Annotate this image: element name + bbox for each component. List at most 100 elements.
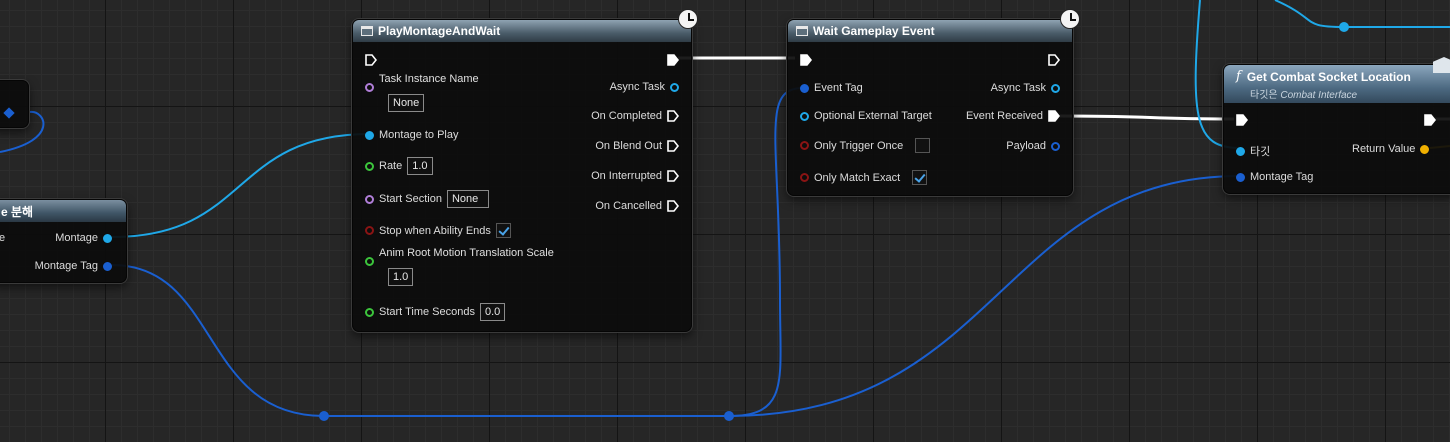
play-async-task-out[interactable]: Async Task (610, 81, 679, 93)
play-montage-exec-out[interactable] (667, 54, 679, 66)
montage-tag-output-pin[interactable] (103, 261, 112, 271)
on-completed-label: On Completed (591, 110, 662, 122)
function-f-icon: f (1236, 69, 1241, 84)
combat-socket-subtitle: 타깃은 Combat Interface (1250, 86, 1450, 101)
on-blend-out-out[interactable]: On Blend Out (595, 140, 679, 152)
anim-root-motion-row[interactable]: Anim Root Motion Translation Scale 1.0 (365, 247, 554, 286)
play-async-task-pin[interactable] (670, 82, 679, 92)
task-instance-name-field[interactable]: None (388, 94, 425, 112)
stop-when-ability-ends-checkbox[interactable] (495, 223, 511, 238)
wait-async-task-label: Async Task (990, 82, 1046, 94)
wait-gameplay-event-node[interactable]: Wait Gameplay Event Event Tag Optional E… (787, 19, 1073, 196)
break-struct-header: e 분해 (0, 200, 126, 222)
event-received-out[interactable]: Event Received (966, 110, 1060, 122)
socket-montage-tag-pin[interactable] (1236, 172, 1245, 182)
anim-root-motion-field[interactable]: 1.0 (388, 268, 414, 286)
montage-to-play-label: Montage to Play (379, 129, 459, 141)
on-completed-out[interactable]: On Completed (591, 110, 679, 122)
start-section-row[interactable]: Start Section None (365, 190, 490, 208)
optional-external-target-row[interactable]: Optional External Target (800, 110, 932, 122)
anim-root-motion-pin[interactable] (365, 256, 374, 266)
play-montage-title: PlayMontageAndWait (378, 24, 501, 38)
only-trigger-once-pin[interactable] (800, 141, 809, 150)
get-combat-socket-node[interactable]: f Get Combat Socket Location 타깃은 Combat … (1223, 64, 1450, 194)
only-trigger-once-label: Only Trigger Once (814, 139, 904, 152)
target-row[interactable]: 타깃 (1236, 143, 1270, 159)
left-top-node-pin[interactable] (3, 107, 15, 119)
exec-in-pin[interactable] (1236, 114, 1248, 126)
exec-out-pin[interactable] (1424, 114, 1436, 126)
on-completed-pin[interactable] (667, 110, 679, 122)
only-match-exact-pin[interactable] (800, 173, 809, 182)
break-left-fragment: e (0, 232, 6, 244)
socket-montage-tag-label: Montage Tag (1250, 171, 1314, 183)
reroute-node-1[interactable] (319, 411, 329, 421)
event-received-label: Event Received (965, 110, 1043, 122)
target-pin[interactable] (1236, 146, 1245, 156)
interface-message-icon (1433, 57, 1450, 73)
wait-exec-in[interactable] (800, 54, 812, 66)
start-section-field[interactable]: None (446, 190, 490, 208)
task-instance-name-row[interactable]: Task Instance Name None (365, 73, 479, 112)
stop-when-ability-ends-row[interactable]: Stop when Ability Ends (365, 223, 511, 238)
object-wire-top-right (1274, 0, 1450, 28)
event-tag-pin[interactable] (800, 83, 809, 93)
stop-when-ability-ends-pin[interactable] (365, 226, 374, 235)
combat-socket-title: Get Combat Socket Location (1246, 69, 1411, 84)
on-cancelled-out[interactable]: On Cancelled (595, 200, 679, 212)
start-time-seconds-row[interactable]: Start Time Seconds 0.0 (365, 303, 506, 321)
on-interrupted-out[interactable]: On Interrupted (591, 170, 679, 182)
play-montage-exec-in[interactable] (365, 54, 377, 66)
montage-to-play-pin[interactable] (365, 130, 374, 140)
only-trigger-once-checkbox[interactable] (915, 138, 931, 153)
payload-out[interactable]: Payload (1006, 140, 1060, 152)
rate-pin[interactable] (365, 161, 374, 171)
task-instance-name-pin[interactable] (365, 82, 374, 92)
start-time-seconds-pin[interactable] (365, 307, 374, 317)
exec-out-pin[interactable] (1048, 54, 1060, 66)
return-value-pin[interactable] (1420, 144, 1430, 154)
wait-async-task-out[interactable]: Async Task (991, 82, 1060, 94)
montage-to-play-row[interactable]: Montage to Play (365, 129, 459, 141)
only-match-exact-checkbox[interactable] (912, 170, 928, 185)
optional-external-target-pin[interactable] (800, 111, 809, 121)
left-top-node[interactable] (0, 80, 29, 128)
break-struct-node[interactable]: e 분해 e Montage Montage Tag (0, 199, 127, 283)
combat-socket-subtitle-interface: Combat Interface (1280, 90, 1358, 101)
event-received-pin[interactable] (1048, 110, 1060, 122)
exec-out-pin[interactable] (667, 54, 679, 66)
montage-output-pin[interactable] (103, 233, 112, 243)
only-match-exact-row[interactable]: Only Match Exact (800, 170, 928, 185)
socket-exec-in[interactable] (1236, 114, 1248, 126)
exec-in-pin[interactable] (365, 54, 377, 66)
reroute-node-2[interactable] (724, 411, 734, 421)
reroute-node-3[interactable] (1339, 22, 1349, 32)
montage-tag-output-label: Montage Tag (34, 260, 98, 272)
on-blend-out-pin[interactable] (667, 140, 679, 152)
rate-row[interactable]: Rate 1.0 (365, 157, 433, 175)
socket-montage-tag-row[interactable]: Montage Tag (1236, 171, 1313, 183)
on-cancelled-pin[interactable] (667, 200, 679, 212)
start-section-pin[interactable] (365, 194, 374, 204)
combat-socket-header: f Get Combat Socket Location 타깃은 Combat … (1224, 65, 1450, 103)
return-value-out[interactable]: Return Value (1352, 143, 1430, 155)
only-trigger-once-row[interactable]: Only Trigger Once (800, 138, 931, 153)
start-time-seconds-field[interactable]: 0.0 (480, 303, 506, 321)
anim-root-motion-label: Anim Root Motion Translation Scale (379, 247, 554, 259)
payload-pin[interactable] (1051, 141, 1060, 151)
start-time-seconds-label: Start Time Seconds (379, 306, 475, 318)
break-output-montage[interactable]: Montage (55, 232, 112, 244)
socket-exec-out[interactable] (1424, 114, 1436, 126)
wait-exec-out[interactable] (1048, 54, 1060, 66)
wait-async-task-pin[interactable] (1051, 83, 1060, 93)
rate-label: Rate (379, 160, 403, 172)
play-montage-header: PlayMontageAndWait (353, 20, 691, 42)
break-output-montage-tag[interactable]: Montage Tag (35, 260, 112, 272)
exec-in-pin[interactable] (800, 54, 812, 66)
play-montage-node[interactable]: PlayMontageAndWait Task Instance Name No… (352, 19, 692, 332)
rate-field[interactable]: 1.0 (407, 157, 433, 175)
on-interrupted-label: On Interrupted (591, 170, 662, 182)
on-interrupted-pin[interactable] (667, 170, 679, 182)
event-tag-row[interactable]: Event Tag (800, 82, 863, 94)
wait-event-header: Wait Gameplay Event (788, 20, 1072, 42)
